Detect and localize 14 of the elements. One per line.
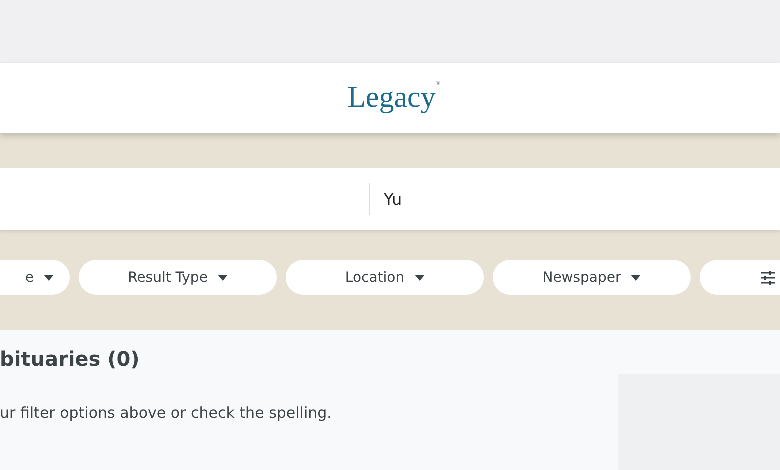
caret-icon xyxy=(631,274,642,280)
caret-icon xyxy=(218,274,228,280)
filter-dropdown[interactable]: Newspaper xyxy=(493,260,691,295)
caret-icon xyxy=(414,274,425,280)
sliders-icon xyxy=(760,270,776,286)
filter-dropdown[interactable]: Result Type xyxy=(79,260,277,295)
logo[interactable]: Legacy$^{®}$ xyxy=(348,81,440,115)
search-field[interactable]: Yu xyxy=(0,168,780,230)
caret-icon xyxy=(44,274,54,280)
filter-dropdown[interactable]: Location xyxy=(286,260,484,295)
last-name-input[interactable]: Yu xyxy=(370,178,780,220)
results-heading: bituaries (0) xyxy=(0,347,141,371)
no-results-message: ur filter options above or check the spelling. xyxy=(0,404,333,422)
filter-dropdown[interactable]: e xyxy=(0,260,70,295)
